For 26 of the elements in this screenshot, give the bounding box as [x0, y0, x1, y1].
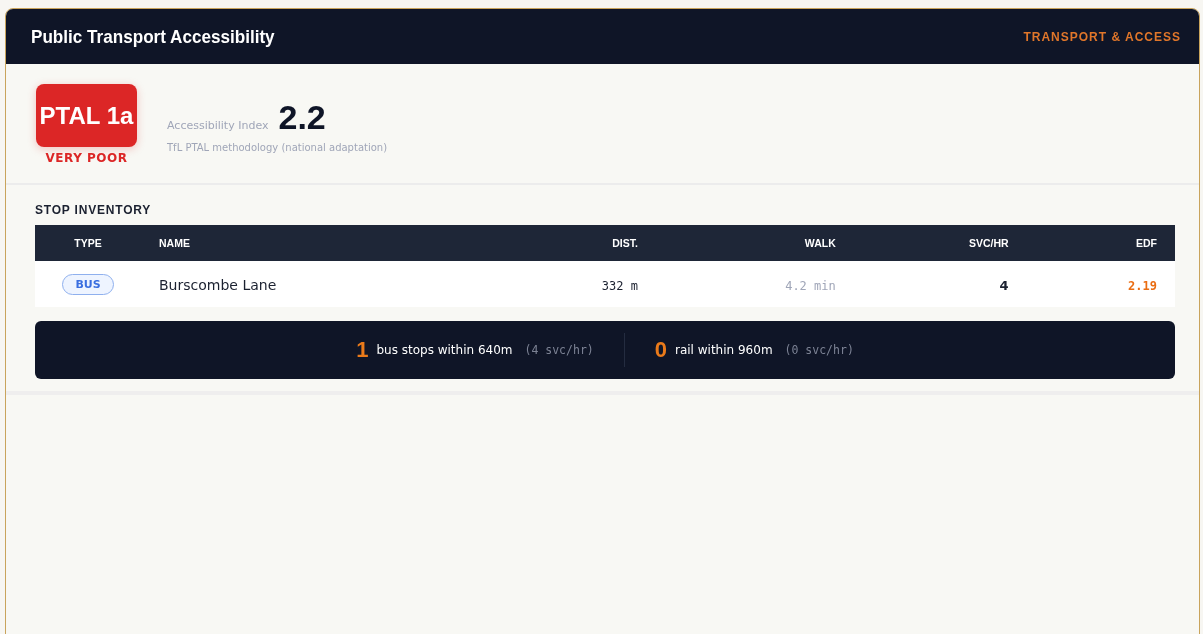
edf-cell: 2.19 [1128, 278, 1157, 293]
column-header: TYPE [74, 237, 102, 249]
summary-count: 0 [654, 337, 667, 363]
column-header: DIST. [612, 237, 638, 249]
index-label: Accessibility Index [167, 119, 269, 132]
type-pill: BUS [62, 274, 114, 295]
ptal-badge: PTAL 1a [36, 84, 137, 147]
stop-name: Burscombe Lane [159, 276, 277, 293]
section-title: STOP INVENTORY [35, 203, 152, 217]
column-header: NAME [159, 237, 190, 249]
index-value: 2.2 [278, 100, 326, 134]
summary-detail: (0 svc/hr) [784, 343, 854, 357]
summary-label: bus stops within 640m [376, 343, 513, 357]
service-cell: 4 [999, 277, 1009, 293]
walk-time-cell: 4.2 min [785, 278, 836, 293]
panel-title: Public Transport Accessibility [31, 25, 275, 48]
summary-count: 1 [356, 337, 369, 363]
summary-detail: (4 svc/hr) [524, 343, 594, 357]
column-header: EDF [1136, 237, 1157, 249]
column-header: SVC/HR [968, 237, 1009, 249]
grade-label: VERY POOR [45, 151, 128, 165]
methodology-note: TfL PTAL methodology (national adaptation) [167, 142, 388, 153]
summary-label: rail within 960m [675, 343, 773, 357]
category-tag: TRANSPORT & ACCESS [1023, 29, 1181, 44]
distance-cell: 332 m [601, 278, 638, 293]
column-header: WALK [804, 237, 836, 249]
